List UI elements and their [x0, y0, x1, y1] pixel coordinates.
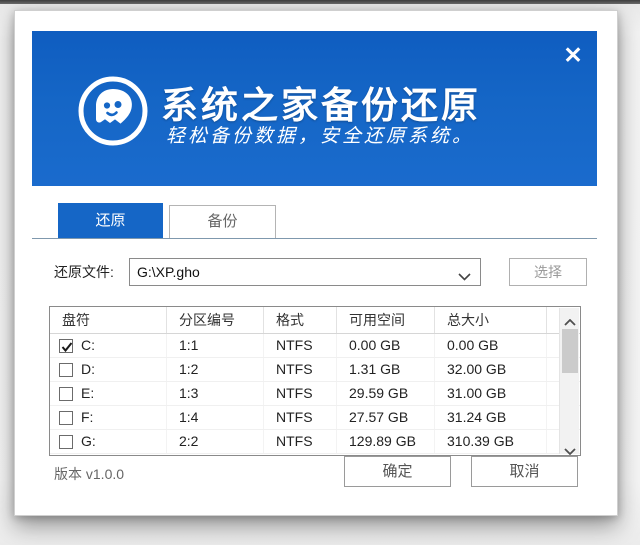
- partition-cell: 1:2: [167, 358, 264, 381]
- drive-letter: C:: [81, 334, 95, 357]
- drive-letter: F:: [81, 406, 93, 429]
- drive-letter: G:: [81, 430, 96, 453]
- drive-checkbox[interactable]: [59, 363, 73, 377]
- free-space-cell: 1.31 GB: [337, 358, 435, 381]
- tab-restore[interactable]: 还原: [58, 203, 163, 239]
- free-space-cell: 129.89 GB: [337, 430, 435, 453]
- scroll-down-icon[interactable]: [560, 437, 580, 454]
- drive-cell: C:: [50, 334, 167, 357]
- scroll-up-icon[interactable]: [560, 308, 580, 325]
- free-space-cell: 29.59 GB: [337, 382, 435, 405]
- total-size-cell: 31.24 GB: [435, 406, 547, 429]
- screen-top-edge: [0, 0, 640, 4]
- cancel-button[interactable]: 取消: [471, 456, 578, 487]
- scrollbar-thumb[interactable]: [562, 329, 578, 373]
- close-icon[interactable]: ✕: [557, 39, 589, 71]
- column-header-partition[interactable]: 分区编号: [167, 307, 264, 333]
- table-body: C:1:1NTFS0.00 GB0.00 GBD:1:2NTFS1.31 GB3…: [50, 334, 580, 454]
- format-cell: NTFS: [264, 430, 337, 453]
- tab-backup[interactable]: 备份: [169, 205, 276, 238]
- drive-letter: D:: [81, 358, 95, 381]
- restore-file-value: G:\XP.gho: [137, 259, 200, 285]
- table-header-row: 盘符 分区编号 格式 可用空间 总大小: [50, 307, 580, 334]
- app-window: ✕ 系统之家备份还原 轻松备份数据，安全还原系统。 还原 备份 还原文件: G:…: [14, 10, 618, 516]
- total-size-cell: 31.00 GB: [435, 382, 547, 405]
- chevron-down-icon[interactable]: [458, 268, 471, 286]
- total-size-cell: 32.00 GB: [435, 358, 547, 381]
- column-header-total[interactable]: 总大小: [435, 307, 547, 333]
- drive-cell: D:: [50, 358, 167, 381]
- drive-table: 盘符 分区编号 格式 可用空间 总大小 C:1:1NTFS0.00 GB0.00…: [49, 306, 581, 456]
- ghost-logo-icon: [76, 74, 150, 148]
- drive-checkbox[interactable]: [59, 435, 73, 449]
- drive-checkbox[interactable]: [59, 339, 73, 353]
- restore-file-combobox[interactable]: G:\XP.gho: [129, 258, 481, 286]
- table-row[interactable]: D: 1:2NTFS1.31 GB32.00 GB: [50, 358, 580, 382]
- format-cell: NTFS: [264, 406, 337, 429]
- ok-button[interactable]: 确定: [344, 456, 451, 487]
- tab-separator-line: [32, 238, 597, 239]
- format-cell: NTFS: [264, 382, 337, 405]
- drive-letter: E:: [81, 382, 94, 405]
- total-size-cell: 0.00 GB: [435, 334, 547, 357]
- partition-cell: 1:1: [167, 334, 264, 357]
- table-row[interactable]: G: 2:2NTFS129.89 GB310.39 GB: [50, 430, 580, 454]
- column-header-format[interactable]: 格式: [264, 307, 337, 333]
- format-cell: NTFS: [264, 358, 337, 381]
- app-subtitle: 轻松备份数据，安全还原系统。: [166, 121, 474, 148]
- select-file-button[interactable]: 选择: [509, 258, 587, 286]
- format-cell: NTFS: [264, 334, 337, 357]
- restore-file-label: 还原文件:: [54, 259, 114, 286]
- drive-cell: G:: [50, 430, 167, 453]
- drive-checkbox[interactable]: [59, 411, 73, 425]
- partition-cell: 2:2: [167, 430, 264, 453]
- drive-cell: F:: [50, 406, 167, 429]
- free-space-cell: 27.57 GB: [337, 406, 435, 429]
- drive-checkbox[interactable]: [59, 387, 73, 401]
- free-space-cell: 0.00 GB: [337, 334, 435, 357]
- partition-cell: 1:4: [167, 406, 264, 429]
- total-size-cell: 310.39 GB: [435, 430, 547, 453]
- column-header-free[interactable]: 可用空间: [337, 307, 435, 333]
- version-label: 版本 v1.0.0: [54, 464, 124, 484]
- column-header-drive[interactable]: 盘符: [50, 307, 167, 333]
- table-row[interactable]: F: 1:4NTFS27.57 GB31.24 GB: [50, 406, 580, 430]
- partition-cell: 1:3: [167, 382, 264, 405]
- table-row[interactable]: C:1:1NTFS0.00 GB0.00 GB: [50, 334, 580, 358]
- app-header: ✕ 系统之家备份还原 轻松备份数据，安全还原系统。: [32, 31, 597, 186]
- vertical-scrollbar[interactable]: [559, 308, 579, 454]
- drive-cell: E:: [50, 382, 167, 405]
- table-row[interactable]: E: 1:3NTFS29.59 GB31.00 GB: [50, 382, 580, 406]
